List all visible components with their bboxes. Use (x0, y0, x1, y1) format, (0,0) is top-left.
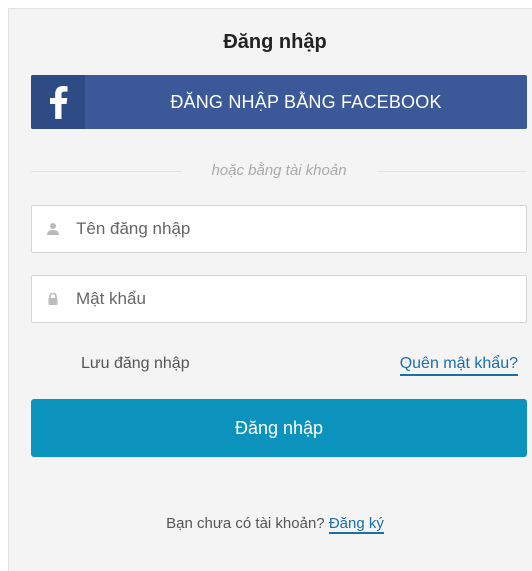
password-field[interactable] (31, 275, 527, 323)
signup-row: Bạn chưa có tài khoản? Đăng ký (9, 514, 532, 534)
password-input[interactable] (76, 276, 516, 322)
login-button[interactable]: Đăng nhập (31, 399, 527, 457)
username-field[interactable] (31, 205, 527, 253)
user-icon (46, 222, 60, 236)
login-panel: Đăng nhập ĐĂNG NHẬP BẰNG FACEBOOK hoặc b… (8, 8, 532, 571)
facebook-icon (31, 75, 85, 129)
lock-icon (46, 292, 60, 306)
divider-line-right (377, 171, 527, 172)
login-title: Đăng nhập (223, 31, 327, 53)
facebook-button-label: ĐĂNG NHẬP BẰNG FACEBOOK (170, 92, 442, 112)
username-input[interactable] (76, 206, 516, 252)
remember-login-label[interactable]: Lưu đăng nhập (81, 354, 190, 374)
forgot-password-link[interactable]: Quên mật khẩu? (399, 354, 518, 376)
signup-link[interactable]: Đăng ký (328, 515, 384, 534)
or-divider: hoặc bằng tài khoản (31, 162, 527, 180)
facebook-login-button[interactable]: ĐĂNG NHẬP BẰNG FACEBOOK (31, 75, 527, 129)
signup-prompt: Bạn chưa có tài khoản? (166, 515, 325, 532)
